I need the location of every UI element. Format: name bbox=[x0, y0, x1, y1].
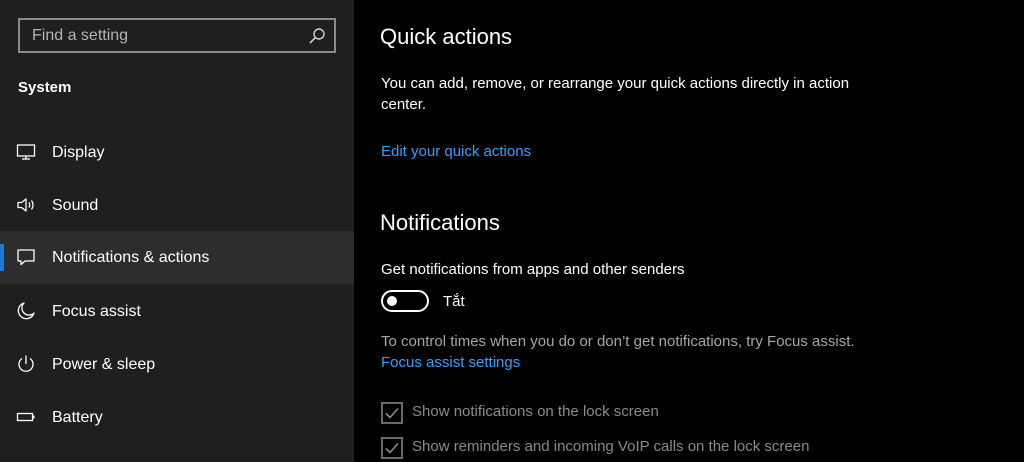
section-title: System bbox=[18, 79, 72, 96]
sidebar-item-label: Battery bbox=[52, 408, 103, 426]
sidebar-item-display[interactable]: Display bbox=[0, 126, 354, 179]
checkmark-icon bbox=[385, 407, 399, 419]
sidebar-item-notifications[interactable]: Notifications & actions bbox=[0, 231, 354, 284]
sidebar: System Display Sound Notifications & act… bbox=[0, 0, 354, 462]
sidebar-item-label: Display bbox=[52, 143, 105, 161]
notifications-toggle-label: Get notifications from apps and other se… bbox=[381, 261, 685, 278]
checkmark-icon bbox=[385, 442, 399, 454]
quick-actions-description: You can add, remove, or rearrange your q… bbox=[381, 75, 850, 113]
notifications-heading: Notifications bbox=[380, 210, 500, 235]
notifications-icon bbox=[17, 249, 35, 266]
focus-assist-description: To control times when you do or don’t ge… bbox=[381, 333, 855, 350]
sidebar-item-label: Sound bbox=[52, 196, 99, 214]
sidebar-item-focus-assist[interactable]: Focus assist bbox=[0, 285, 354, 338]
sidebar-item-label: Notifications & actions bbox=[52, 248, 210, 266]
power-icon bbox=[18, 355, 34, 372]
lock-screen-reminders-label: Show reminders and incoming VoIP calls o… bbox=[412, 438, 810, 455]
moon-icon bbox=[17, 302, 35, 320]
sidebar-item-sound[interactable]: Sound bbox=[0, 179, 354, 232]
lock-screen-notifications-checkbox[interactable] bbox=[381, 402, 403, 424]
search-icon[interactable] bbox=[308, 27, 326, 45]
selection-indicator bbox=[0, 244, 4, 271]
toggle-knob bbox=[387, 296, 397, 306]
edit-quick-actions-link[interactable]: Edit your quick actions bbox=[381, 143, 531, 160]
display-icon bbox=[16, 144, 36, 160]
search-input[interactable] bbox=[20, 20, 334, 51]
notifications-toggle[interactable] bbox=[381, 290, 429, 312]
sidebar-item-label: Power & sleep bbox=[52, 355, 156, 373]
focus-assist-settings-link[interactable]: Focus assist settings bbox=[381, 354, 520, 371]
quick-actions-heading: Quick actions bbox=[380, 24, 513, 49]
battery-icon bbox=[16, 412, 35, 422]
sidebar-item-battery[interactable]: Battery bbox=[0, 391, 354, 444]
lock-screen-notifications-label: Show notifications on the lock screen bbox=[412, 403, 659, 420]
sidebar-item-label: Focus assist bbox=[52, 302, 141, 320]
sound-icon bbox=[17, 198, 34, 212]
sidebar-item-power-sleep[interactable]: Power & sleep bbox=[0, 338, 354, 391]
search-box[interactable] bbox=[18, 18, 336, 53]
toggle-state-label: Tắt bbox=[443, 293, 465, 310]
lock-screen-reminders-checkbox[interactable] bbox=[381, 437, 403, 459]
